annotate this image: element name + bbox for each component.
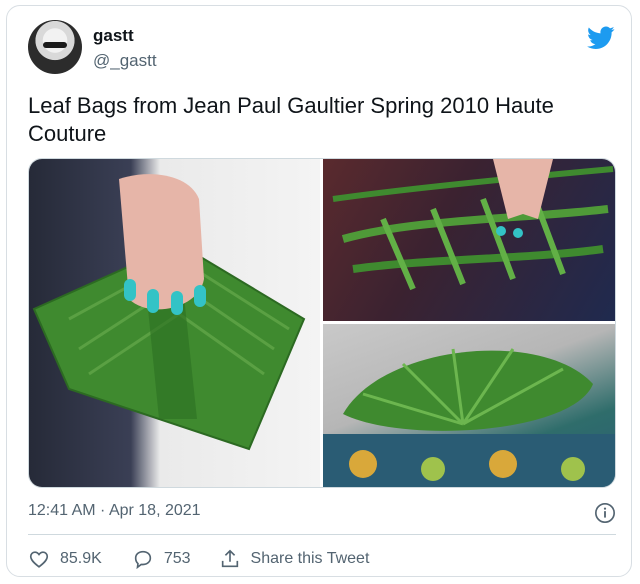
heart-icon: [29, 551, 49, 568]
photo-leaf-clutch-held[interactable]: [29, 159, 320, 487]
leaf-clutch-illustration: [32, 174, 306, 451]
tweet-card: gastt @_gastt Leaf Bags from Jean Paul G…: [6, 5, 632, 577]
twitter-bird-icon[interactable]: [587, 26, 615, 50]
action-bar: 85.9K 753 Share this Tweet: [28, 547, 369, 571]
fan-bag-illustration: [323, 348, 615, 487]
share-label: Share this Tweet: [250, 550, 370, 567]
user-handle[interactable]: @_gastt: [93, 51, 157, 71]
photo-fan-leaf-bag[interactable]: [323, 324, 615, 487]
share-button[interactable]: Share this Tweet: [219, 548, 370, 570]
tweet-text: Leaf Bags from Jean Paul Gaultier Spring…: [28, 93, 554, 146]
media-grid: [28, 158, 616, 488]
reply-bubble-icon: [134, 550, 151, 570]
like-button[interactable]: 85.9K: [28, 548, 102, 570]
woven-bag-illustration: [332, 159, 614, 291]
display-name[interactable]: gastt: [93, 26, 134, 46]
share-icon: [221, 549, 238, 568]
photo-woven-leaf-bag[interactable]: [323, 159, 615, 321]
info-icon[interactable]: [594, 502, 616, 524]
divider: [28, 534, 616, 535]
reply-button[interactable]: 753: [132, 548, 191, 570]
reply-count: 753: [163, 550, 191, 567]
like-count: 85.9K: [60, 550, 102, 567]
avatar[interactable]: [28, 20, 82, 74]
avatar-glasses: [43, 42, 67, 48]
tweet-timestamp[interactable]: 12:41 AM · Apr 18, 2021: [28, 502, 201, 520]
